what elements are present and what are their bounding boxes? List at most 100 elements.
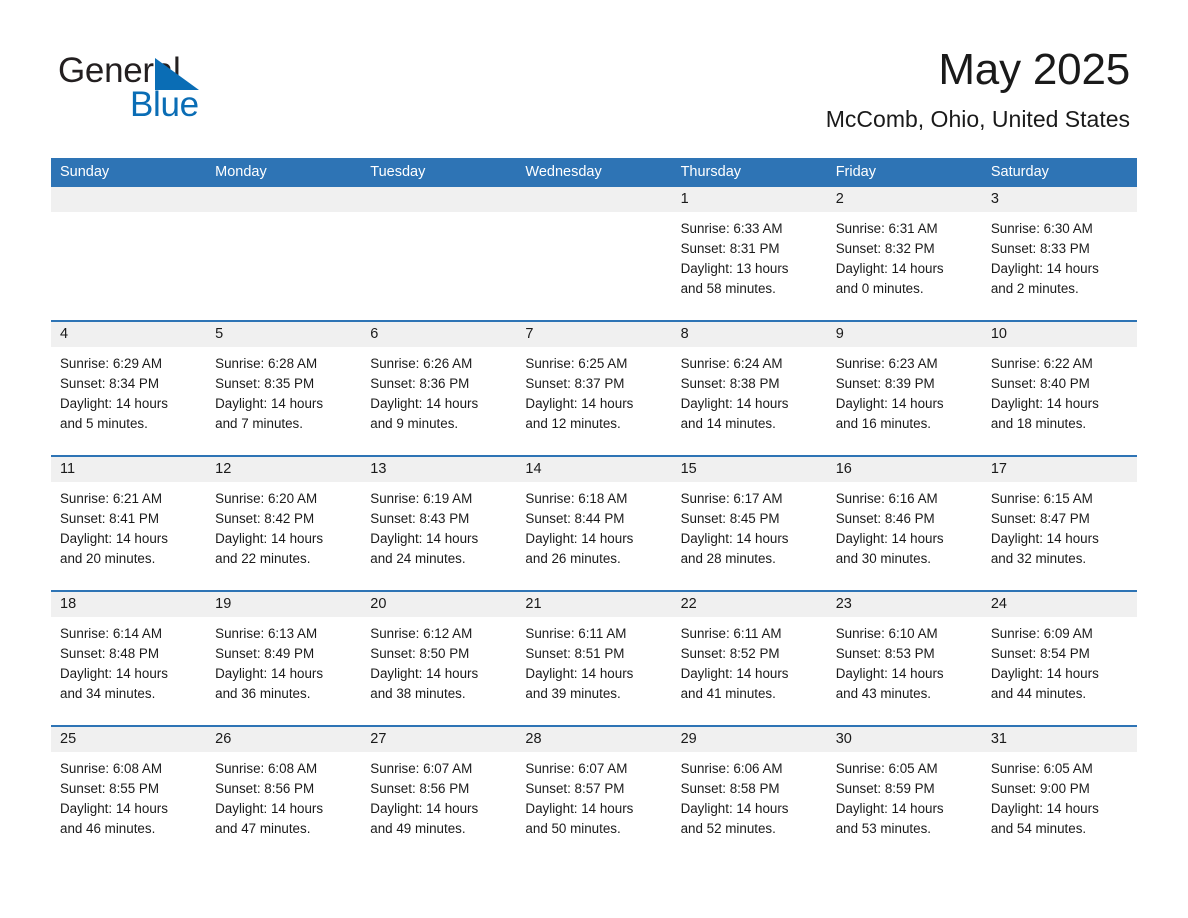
- day-number: 6: [370, 326, 379, 342]
- sunset-time: Sunset: 8:41 PM: [60, 511, 159, 526]
- day-number-strip: 9: [826, 322, 982, 347]
- calendar-day-cell[interactable]: 24 Sunrise: 6:09 AM Sunset: 8:54 PM Dayligh…: [981, 592, 1137, 725]
- day-number-strip: 11: [51, 457, 207, 482]
- calendar-day-cell[interactable]: 15 Sunrise: 6:17 AM Sunset: 8:45 PM Dayligh…: [671, 457, 827, 590]
- day-details: Sunrise: 6:25 AM Sunset: 8:37 PM Daylight:…: [516, 347, 671, 434]
- day-details: Sunrise: 6:26 AM Sunset: 8:36 PM Daylight:…: [361, 347, 516, 434]
- calendar-day-cell[interactable]: 20 Sunrise: 6:12 AM Sunset: 8:50 PM Dayligh…: [361, 592, 517, 725]
- calendar-day-cell[interactable]: 3 Sunrise: 6:30 AM Sunset: 8:33 PM Daylight…: [981, 187, 1137, 320]
- day-number: 24: [990, 596, 1007, 612]
- weekday-header-thursday: Thursday: [680, 164, 742, 180]
- daylight-duration-line1: Daylight: 14 hours: [680, 801, 789, 816]
- day-number-strip: 13: [361, 457, 517, 482]
- day-number-strip: 22: [671, 592, 827, 617]
- day-number-strip: 26: [206, 727, 362, 752]
- calendar-day-cell[interactable]: 9 Sunrise: 6:23 AM Sunset: 8:39 PM Daylight…: [826, 322, 982, 455]
- sunset-time: Sunset: 8:52 PM: [680, 646, 780, 661]
- daylight-duration-line2: and 9 minutes.: [370, 416, 459, 431]
- daylight-duration-line1: Daylight: 14 hours: [835, 666, 944, 681]
- calendar-day-cell[interactable]: 7 Sunrise: 6:25 AM Sunset: 8:37 PM Daylight…: [516, 322, 672, 455]
- calendar-day-cell[interactable]: 21 Sunrise: 6:11 AM Sunset: 8:51 PM Dayligh…: [516, 592, 672, 725]
- sunset-time: Sunset: 8:53 PM: [835, 646, 935, 661]
- calendar-page: General Blue May 2025 McComb, Ohio, Unit…: [0, 0, 1188, 918]
- calendar-day-cell[interactable]: 13 Sunrise: 6:19 AM Sunset: 8:43 PM Dayligh…: [361, 457, 517, 590]
- sunrise-time: Sunrise: 6:26 AM: [370, 356, 473, 371]
- calendar-day-cell[interactable]: 30 Sunrise: 6:05 AM Sunset: 8:59 PM Dayligh…: [826, 727, 982, 836]
- day-details: Sunrise: 6:06 AM Sunset: 8:58 PM Daylight:…: [672, 752, 827, 839]
- calendar-day-cell[interactable]: 18 Sunrise: 6:14 AM Sunset: 8:48 PM Dayligh…: [51, 592, 207, 725]
- day-details: Sunrise: 6:11 AM Sunset: 8:51 PM Daylight:…: [516, 617, 671, 704]
- sunset-time: Sunset: 8:36 PM: [370, 376, 470, 391]
- calendar-day-cell[interactable]: 12 Sunrise: 6:20 AM Sunset: 8:42 PM Dayligh…: [206, 457, 362, 590]
- calendar-day-cell[interactable]: 29 Sunrise: 6:06 AM Sunset: 8:58 PM Dayligh…: [671, 727, 827, 836]
- calendar-day-cell[interactable]: 23 Sunrise: 6:10 AM Sunset: 8:53 PM Dayligh…: [826, 592, 982, 725]
- calendar-day-cell[interactable]: 1 Sunrise: 6:33 AM Sunset: 8:31 PM Daylight…: [671, 187, 827, 320]
- weekday-header-friday: Friday: [835, 164, 876, 180]
- calendar-day-cell[interactable]: 17 Sunrise: 6:15 AM Sunset: 8:47 PM Dayligh…: [981, 457, 1137, 590]
- daylight-duration-line2: and 49 minutes.: [370, 821, 466, 836]
- day-number-strip: 24: [981, 592, 1137, 617]
- calendar-day-cell[interactable]: 31 Sunrise: 6:05 AM Sunset: 9:00 PM Dayligh…: [981, 727, 1137, 836]
- calendar-day-cell[interactable]: 26 Sunrise: 6:08 AM Sunset: 8:56 PM Dayligh…: [206, 727, 362, 836]
- daylight-duration-line1: Daylight: 14 hours: [680, 666, 789, 681]
- daylight-duration-line2: and 26 minutes.: [525, 551, 621, 566]
- day-number: 29: [680, 731, 697, 747]
- daylight-duration-line2: and 22 minutes.: [215, 551, 311, 566]
- day-details: Sunrise: 6:08 AM Sunset: 8:55 PM Daylight:…: [51, 752, 206, 839]
- daylight-duration-line1: Daylight: 13 hours: [680, 261, 789, 276]
- daylight-duration-line1: Daylight: 14 hours: [990, 531, 1099, 546]
- generalblue-logo[interactable]: General Blue: [58, 52, 358, 130]
- day-number-strip: 3: [981, 187, 1137, 212]
- day-number: 27: [370, 731, 387, 747]
- calendar-day-cell[interactable]: 25 Sunrise: 6:08 AM Sunset: 8:55 PM Dayligh…: [51, 727, 207, 836]
- calendar-day-cell[interactable]: 19 Sunrise: 6:13 AM Sunset: 8:49 PM Dayligh…: [206, 592, 362, 725]
- calendar-day-cell[interactable]: 11 Sunrise: 6:21 AM Sunset: 8:41 PM Dayligh…: [51, 457, 207, 590]
- calendar-day-cell[interactable]: 4 Sunrise: 6:29 AM Sunset: 8:34 PM Daylight…: [51, 322, 207, 455]
- day-number: 1: [680, 191, 689, 207]
- sunrise-time: Sunrise: 6:13 AM: [215, 626, 318, 641]
- calendar-day-cell[interactable]: 8 Sunrise: 6:24 AM Sunset: 8:38 PM Daylight…: [671, 322, 827, 455]
- daylight-duration-line1: Daylight: 14 hours: [215, 801, 324, 816]
- calendar-day-cell[interactable]: 5 Sunrise: 6:28 AM Sunset: 8:35 PM Daylight…: [206, 322, 362, 455]
- daylight-duration-line1: Daylight: 14 hours: [990, 666, 1099, 681]
- day-number: 26: [215, 731, 232, 747]
- sunrise-time: Sunrise: 6:22 AM: [990, 356, 1093, 371]
- daylight-duration-line1: Daylight: 14 hours: [835, 531, 944, 546]
- day-number-strip: 10: [981, 322, 1137, 347]
- sunrise-time: Sunrise: 6:25 AM: [525, 356, 628, 371]
- daylight-duration-line1: Daylight: 14 hours: [835, 261, 944, 276]
- calendar-week-row: 11 Sunrise: 6:21 AM Sunset: 8:41 PM Dayligh…: [51, 455, 1137, 590]
- daylight-duration-line1: Daylight: 14 hours: [990, 801, 1099, 816]
- day-number-strip: 31: [981, 727, 1137, 752]
- sunrise-time: Sunrise: 6:08 AM: [60, 761, 162, 776]
- daylight-duration-line1: Daylight: 14 hours: [215, 396, 324, 411]
- day-number: 7: [525, 326, 534, 342]
- daylight-duration-line2: and 50 minutes.: [525, 821, 621, 836]
- calendar-day-cell[interactable]: 27 Sunrise: 6:07 AM Sunset: 8:56 PM Dayligh…: [361, 727, 517, 836]
- calendar-day-cell[interactable]: 2 Sunrise: 6:31 AM Sunset: 8:32 PM Daylight…: [826, 187, 982, 320]
- day-details: Sunrise: 6:31 AM Sunset: 8:32 PM Daylight:…: [827, 212, 982, 299]
- daylight-duration-line2: and 54 minutes.: [990, 821, 1087, 836]
- day-details: Sunrise: 6:16 AM Sunset: 8:46 PM Daylight:…: [827, 482, 982, 569]
- calendar-day-cell[interactable]: 16 Sunrise: 6:16 AM Sunset: 8:46 PM Dayligh…: [826, 457, 982, 590]
- daylight-duration-line1: Daylight: 14 hours: [525, 801, 634, 816]
- day-number-strip: 21: [516, 592, 672, 617]
- calendar-day-cell[interactable]: 6 Sunrise: 6:26 AM Sunset: 8:36 PM Daylight…: [361, 322, 517, 455]
- sunset-time: Sunset: 8:46 PM: [835, 511, 935, 526]
- daylight-duration-line1: Daylight: 14 hours: [60, 396, 168, 411]
- sunset-time: Sunset: 8:48 PM: [60, 646, 159, 661]
- day-number: 20: [370, 596, 387, 612]
- calendar-day-cell[interactable]: 10 Sunrise: 6:22 AM Sunset: 8:40 PM Dayligh…: [981, 322, 1137, 455]
- day-number-strip: 18: [51, 592, 207, 617]
- calendar-day-cell[interactable]: 14 Sunrise: 6:18 AM Sunset: 8:44 PM Dayligh…: [516, 457, 672, 590]
- daylight-duration-line2: and 2 minutes.: [990, 281, 1079, 296]
- daylight-duration-line2: and 52 minutes.: [680, 821, 776, 836]
- calendar-day-cell-empty: [206, 187, 362, 320]
- daylight-duration-line2: and 58 minutes.: [680, 281, 776, 296]
- calendar-day-cell[interactable]: 28 Sunrise: 6:07 AM Sunset: 8:57 PM Dayligh…: [516, 727, 672, 836]
- sunrise-time: Sunrise: 6:05 AM: [990, 761, 1093, 776]
- day-number-strip: 27: [361, 727, 517, 752]
- day-details: Sunrise: 6:08 AM Sunset: 8:56 PM Daylight:…: [206, 752, 361, 839]
- sunrise-time: Sunrise: 6:07 AM: [370, 761, 473, 776]
- calendar-day-cell[interactable]: 22 Sunrise: 6:11 AM Sunset: 8:52 PM Dayligh…: [671, 592, 827, 725]
